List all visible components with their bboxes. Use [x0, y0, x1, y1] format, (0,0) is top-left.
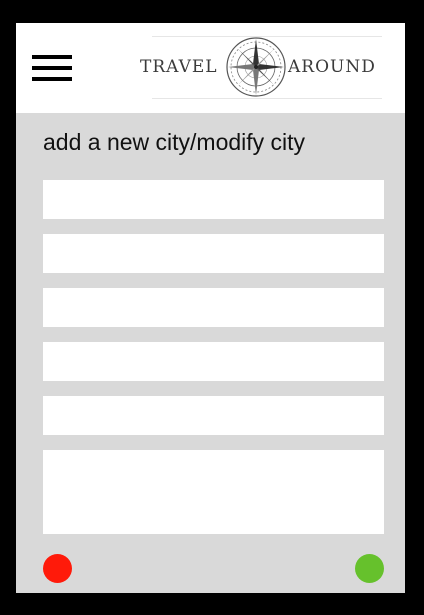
logo-text-right: AROUND [288, 57, 376, 77]
form-title: add a new city/modify city [43, 129, 306, 155]
city-field-4[interactable] [43, 342, 384, 381]
menu-bar [32, 55, 72, 59]
logo-text-left: TRAVEL [140, 57, 218, 77]
confirm-button[interactable] [355, 554, 384, 583]
menu-bar [32, 77, 72, 81]
cancel-button[interactable] [43, 554, 72, 583]
city-field-5[interactable] [43, 396, 384, 435]
app-header: TRAVEL AROUND [16, 23, 405, 113]
city-field-2[interactable] [43, 234, 384, 273]
app-screen: TRAVEL AROUND add a new city/modify city [16, 23, 405, 593]
hamburger-menu-icon[interactable] [30, 52, 74, 84]
city-field-3[interactable] [43, 288, 384, 327]
menu-bar [32, 66, 72, 70]
city-field-1[interactable] [43, 180, 384, 219]
travel-around-logo[interactable]: TRAVEL AROUND [138, 33, 388, 103]
city-description-textarea[interactable] [43, 450, 384, 534]
compass-icon [226, 37, 286, 97]
